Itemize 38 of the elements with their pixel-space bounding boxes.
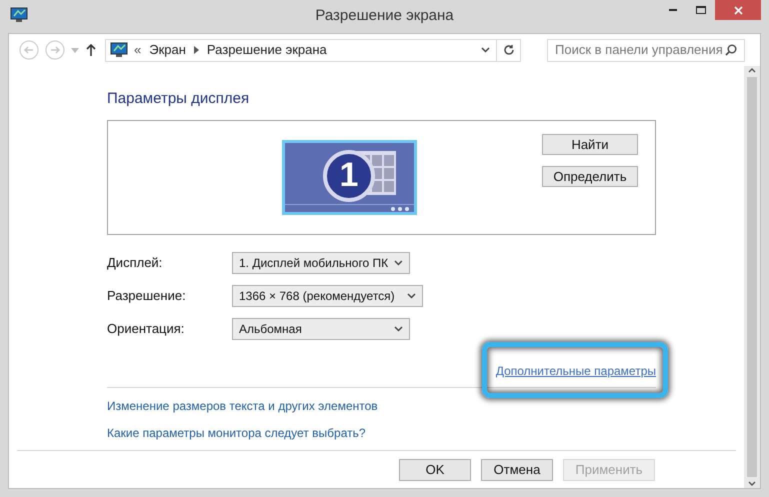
section-heading: Параметры дисплея (107, 89, 250, 109)
breadcrumb-item[interactable]: Экран (149, 40, 186, 60)
chevron-down-icon (407, 292, 416, 298)
setting-label: Ориентация: (107, 320, 186, 338)
scroll-down-icon[interactable] (748, 481, 756, 486)
scrollbar[interactable] (744, 66, 760, 488)
refresh-icon (502, 44, 514, 56)
chevron-down-icon (394, 260, 403, 266)
breadcrumb-item[interactable]: Разрешение экрана (206, 40, 327, 60)
window-title: Разрешение экрана (315, 6, 454, 26)
monitor-icon (10, 7, 28, 23)
up-arrow-icon[interactable] (85, 43, 97, 57)
setting-dropdown[interactable]: 1366 × 768 (рекомендуется) (232, 284, 423, 306)
chevron-down-icon (394, 326, 403, 332)
help-link[interactable]: Изменение размеров текста и других элементов (107, 396, 378, 414)
monitor-button[interactable]: Определить (542, 166, 638, 186)
monitor-button[interactable]: Найти (542, 134, 638, 154)
address-bar[interactable]: « Экран Разрешение экрана (105, 38, 521, 62)
display-thumbnail[interactable]: 1 (282, 140, 417, 214)
search-field[interactable]: Поиск в панели управления (547, 38, 745, 62)
monitor-icon (110, 42, 128, 58)
setting-label: Разрешение: (107, 286, 187, 305)
search-icon (725, 44, 737, 56)
scroll-up-icon[interactable] (748, 68, 756, 73)
advanced-settings-link[interactable]: Дополнительные параметры (496, 362, 656, 380)
display-number: 1 (323, 150, 375, 202)
address-dropdown-icon (481, 47, 490, 53)
dialog-button[interactable]: Отмена (481, 458, 553, 480)
dialog-button[interactable]: OK (399, 458, 471, 480)
setting-dropdown[interactable]: 1. Дисплей мобильного ПК (232, 252, 410, 274)
close-button[interactable] (715, 0, 761, 20)
breadcrumb-arrow-icon (194, 46, 199, 54)
close-icon (734, 6, 742, 14)
dots-icon (391, 206, 409, 210)
help-link[interactable]: Какие параметры монитора следует выбрать? (107, 424, 366, 442)
setting-label: Дисплей: (107, 254, 164, 272)
breadcrumb-overflow[interactable]: « (134, 40, 142, 60)
setting-dropdown[interactable]: Альбомная (232, 318, 410, 340)
